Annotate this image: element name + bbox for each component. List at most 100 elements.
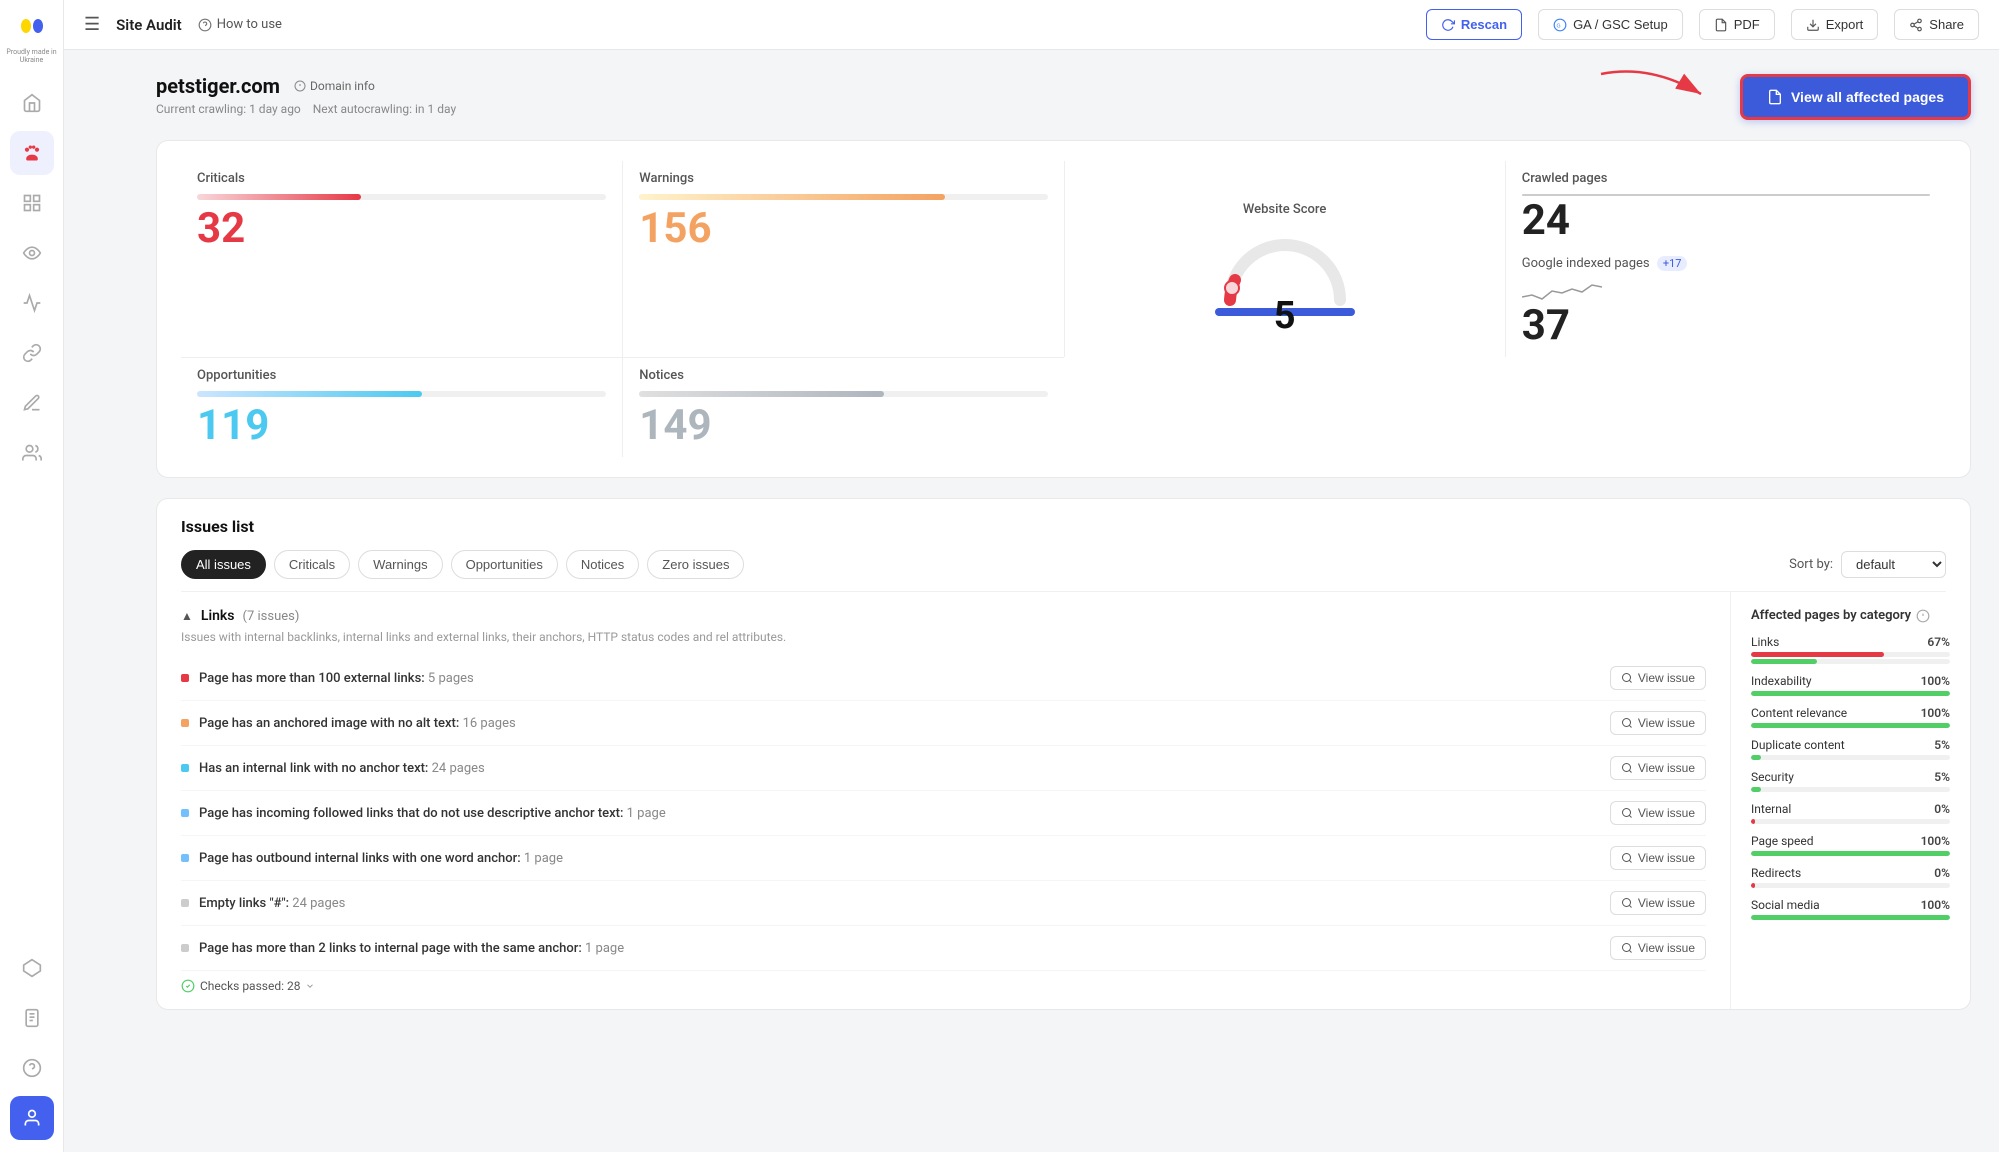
criticals-value: 32 [197, 208, 606, 250]
indexed-value: 37 [1522, 305, 1930, 347]
filter-all[interactable]: All issues [181, 550, 266, 579]
sidebar-item-paw[interactable] [10, 131, 54, 175]
filter-zero[interactable]: Zero issues [647, 550, 744, 579]
warnings-label: Warnings [639, 171, 1047, 186]
hamburger-icon[interactable]: ☰ [84, 14, 100, 35]
affected-item: Internal 0% [1751, 802, 1950, 824]
main-content: petstiger.com Domain info Current crawli… [128, 50, 1999, 1152]
sidebar-item-users[interactable] [10, 431, 54, 475]
sidebar-item-dashboard[interactable] [10, 181, 54, 225]
ga-gsc-button[interactable]: G GA / GSC Setup [1538, 9, 1683, 40]
affected-title: Affected pages by category [1751, 608, 1950, 623]
criticals-label: Criticals [197, 171, 606, 186]
domain-meta: Current crawling: 1 day ago Next autocra… [156, 102, 456, 116]
issue-row: Page has incoming followed links that do… [181, 791, 1706, 836]
sort-select[interactable]: default by severity by pages [1841, 551, 1946, 578]
notices-value: 149 [639, 405, 1047, 447]
affected-item: Redirects 0% [1751, 866, 1950, 888]
issue-row: Page has an anchored image with no alt t… [181, 701, 1706, 746]
sidebar-item-reports[interactable] [10, 996, 54, 1040]
sidebar-item-diamond[interactable] [10, 946, 54, 990]
domain-header: petstiger.com Domain info Current crawli… [156, 74, 1971, 120]
filter-notices[interactable]: Notices [566, 550, 639, 579]
issue-text: Has an internal link with no anchor text… [199, 761, 1600, 776]
sidebar-item-help[interactable] [10, 1046, 54, 1090]
topbar: ☰ Site Audit How to use Rescan G GA / GS… [64, 0, 1999, 50]
affected-item: Indexability 100% [1751, 674, 1950, 696]
filter-opportunities[interactable]: Opportunities [451, 550, 558, 579]
sidebar-item-avatar[interactable] [10, 1096, 54, 1140]
sidebar-item-visibility[interactable] [10, 231, 54, 275]
category-name: Links [201, 608, 235, 624]
collapse-arrow-icon: ▲ [181, 609, 193, 623]
rescan-button[interactable]: Rescan [1426, 9, 1522, 40]
logo-tagline: Proudly made in Ukraine [0, 48, 63, 65]
category-desc: Issues with internal backlinks, internal… [181, 630, 1706, 644]
svg-text:G: G [1557, 23, 1561, 29]
sidebar-item-links[interactable] [10, 331, 54, 375]
score-label: Website Score [1243, 202, 1327, 217]
pdf-button[interactable]: PDF [1699, 9, 1775, 40]
view-issue-button[interactable]: View issue [1610, 711, 1706, 735]
affected-item: Links 67% [1751, 635, 1950, 664]
criticals-block: Criticals 32 [181, 161, 622, 357]
indexed-badge: +17 [1657, 256, 1688, 271]
issue-text: Page has outbound internal links with on… [199, 851, 1600, 866]
sidebar: Proudly made in Ukraine [0, 0, 64, 1152]
logo[interactable]: Proudly made in Ukraine [0, 12, 63, 65]
sidebar-item-edit[interactable] [10, 381, 54, 425]
issue-severity-dot [181, 809, 189, 817]
issue-severity-dot [181, 764, 189, 772]
view-issue-button[interactable]: View issue [1610, 756, 1706, 780]
page-title: Site Audit [116, 16, 182, 34]
domain-name: petstiger.com [156, 74, 280, 98]
issues-section: Issues list All issues Criticals Warning… [156, 498, 1971, 1010]
sort-area: Sort by: default by severity by pages [1789, 551, 1946, 578]
filter-warnings[interactable]: Warnings [358, 550, 442, 579]
view-issue-button[interactable]: View issue [1610, 846, 1706, 870]
issue-row: Page has more than 100 external links: 5… [181, 656, 1706, 701]
affected-item: Page speed 100% [1751, 834, 1950, 856]
issue-row: Empty links "#": 24 pages View issue [181, 881, 1706, 926]
how-to-use-link[interactable]: How to use [198, 17, 282, 32]
issue-row: Page has more than 2 links to internal p… [181, 926, 1706, 971]
issues-header: Issues list All issues Criticals Warning… [157, 499, 1970, 592]
affected-pages-panel: Affected pages by category Links 67% [1730, 592, 1970, 1009]
sidebar-item-analytics[interactable] [10, 281, 54, 325]
issue-severity-dot [181, 944, 189, 952]
issue-severity-dot [181, 719, 189, 727]
view-issue-button[interactable]: View issue [1610, 891, 1706, 915]
score-gauge: 5 [1215, 225, 1355, 300]
sort-label: Sort by: [1789, 557, 1833, 572]
checks-passed[interactable]: Checks passed: 28 [181, 979, 1706, 993]
crawled-label: Crawled pages [1522, 171, 1930, 186]
export-button[interactable]: Export [1791, 9, 1879, 40]
affected-item: Content relevance 100% [1751, 706, 1950, 728]
opportunities-value: 119 [197, 405, 606, 447]
share-button[interactable]: Share [1894, 9, 1979, 40]
opportunities-block: Opportunities 119 [181, 357, 622, 457]
sidebar-item-home[interactable] [10, 81, 54, 125]
view-affected-button[interactable]: View all affected pages [1740, 74, 1971, 120]
notices-block: Notices 149 [622, 357, 1063, 457]
stats-grid: Criticals 32 Warnings 156 Website Score [156, 140, 1971, 478]
view-issue-button[interactable]: View issue [1610, 936, 1706, 960]
issues-body: ▲ Links (7 issues) Issues with internal … [157, 592, 1970, 1009]
issue-severity-dot [181, 674, 189, 682]
website-score-block: Website Score 5 [1064, 161, 1505, 357]
issue-row: Page has outbound internal links with on… [181, 836, 1706, 881]
issue-text: Empty links "#": 24 pages [199, 896, 1600, 911]
affected-item: Security 5% [1751, 770, 1950, 792]
opportunities-label: Opportunities [197, 368, 606, 383]
score-value: 5 [1274, 294, 1296, 338]
issues-title: Issues list [181, 517, 1946, 536]
view-issue-button[interactable]: View issue [1610, 666, 1706, 690]
indexed-label: Google indexed pages +17 [1522, 256, 1930, 271]
domain-info-link[interactable]: Domain info [294, 79, 375, 93]
red-arrow-annotation [1591, 64, 1711, 124]
issue-text: Page has more than 2 links to internal p… [199, 941, 1600, 956]
view-issue-button[interactable]: View issue [1610, 801, 1706, 825]
filter-criticals[interactable]: Criticals [274, 550, 350, 579]
issue-text: Page has an anchored image with no alt t… [199, 716, 1600, 731]
category-group-header[interactable]: ▲ Links (7 issues) [181, 608, 1706, 624]
